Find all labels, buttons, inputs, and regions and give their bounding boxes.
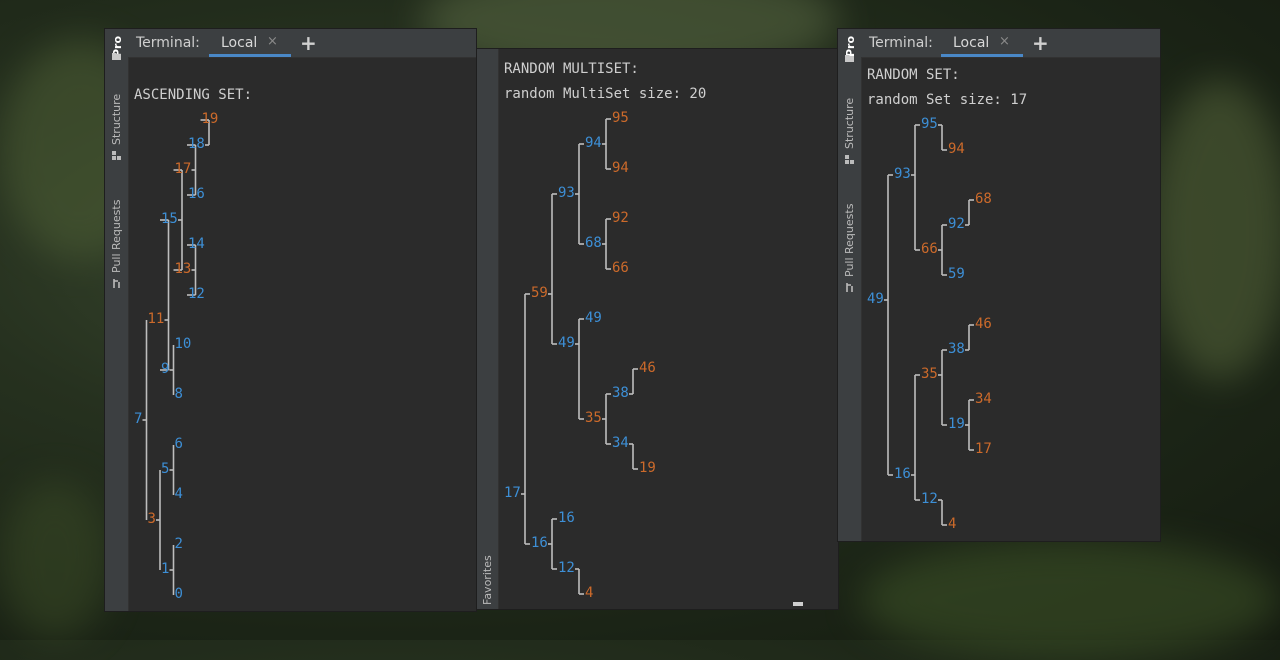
tree-node-value: 34 [612, 435, 629, 451]
tree-node-value: 38 [612, 385, 629, 401]
foliage-patch [0, 480, 110, 640]
tree-node-value: 68 [585, 235, 602, 251]
tree-node-value: 16 [558, 510, 575, 526]
tree-connectors [884, 124, 974, 526]
tree-node-value: 93 [894, 166, 911, 182]
tree-node-value: 11 [147, 311, 165, 327]
tree-node-value: 94 [585, 135, 602, 151]
tree-node-value: 8 [174, 386, 183, 402]
tree-node-value: 4 [585, 585, 594, 601]
tree-node-value: 38 [948, 341, 965, 357]
tree-node-value: 34 [975, 391, 992, 407]
tree-node-value: 95 [612, 110, 629, 126]
multiset-tree: 95 94 94 93 92 68 66 59 49 49 46 38 35 34 19 17 16 16 12 4 [477, 49, 838, 609]
tree-node-value: 66 [921, 241, 938, 257]
tree-node-value: 12 [188, 286, 205, 302]
tree-node-value: 92 [612, 210, 629, 226]
terminal-window-multiset: Favorites RANDOM MULTISET: random MultiS… [477, 49, 838, 609]
tree-node-value: 2 [174, 536, 183, 552]
tree-node-value: 35 [585, 410, 602, 426]
tree-node-value: 93 [558, 185, 575, 201]
tree-node-value: 94 [612, 160, 629, 176]
tree-node-value: 35 [921, 366, 938, 382]
tree-node-value: 17 [975, 441, 992, 457]
tree-node-value: 49 [585, 310, 602, 326]
tree-node-value: 59 [948, 266, 965, 282]
terminal-window-ascending: Pro Structure Pull Requests Terminal: Lo… [105, 29, 476, 611]
tree-node-value: 19 [639, 460, 656, 476]
tree-node-value: 12 [558, 560, 575, 576]
tree-node-value: 46 [975, 316, 992, 332]
tree-node-value: 17 [174, 161, 192, 177]
tree-node-value: 10 [174, 336, 192, 352]
tree-node-value: 49 [867, 291, 884, 307]
tree-node-value: 14 [188, 236, 205, 252]
tree-node-value: 19 [201, 111, 219, 127]
foliage-patch [860, 540, 1280, 660]
tree-node-value: 95 [921, 116, 938, 132]
tree-node-value: 5 [161, 461, 170, 477]
tree-node-value: 94 [948, 141, 965, 157]
tree-node-value: 6 [174, 436, 183, 452]
tree-node-value: 49 [558, 335, 575, 351]
tree-node-value: 7 [134, 411, 143, 427]
tree-node-value: 19 [948, 416, 965, 432]
tree-node-value: 59 [531, 285, 548, 301]
randomset-tree: 95 94 93 68 92 66 59 49 46 38 35 34 19 17 16 12 4 [838, 29, 1160, 541]
tree-node-value: 66 [612, 260, 629, 276]
foliage-patch [1150, 80, 1280, 380]
tree-node-value: 16 [188, 186, 205, 202]
tree-node-value: 68 [975, 191, 992, 207]
ascending-tree: 19 18 17 16 15 14 13 12 11 10 9 8 7 6 5 4 3 2 1 0 [105, 29, 476, 611]
tree-node-value: 12 [921, 491, 938, 507]
tree-node-value: 9 [161, 361, 170, 377]
tree-node-value: 15 [161, 211, 178, 227]
tree-node-value: 0 [174, 586, 183, 602]
tree-node-value: 18 [188, 136, 205, 152]
tree-node-value: 1 [161, 561, 170, 577]
tree-node-value: 17 [504, 485, 521, 501]
scroll-indicator[interactable] [793, 602, 803, 606]
tree-node-value: 92 [948, 216, 965, 232]
terminal-window-randomset: Pro Structure Pull Requests Terminal: Lo… [838, 29, 1160, 541]
tree-node-value: 13 [174, 261, 192, 277]
tree-node-value: 16 [894, 466, 911, 482]
tree-node-value: 4 [174, 486, 183, 502]
tree-node-value: 16 [531, 535, 548, 551]
tree-node-value: 4 [948, 516, 957, 532]
tree-node-value: 46 [639, 360, 656, 376]
tree-node-value: 3 [147, 511, 156, 527]
tree-connectors [521, 118, 638, 595]
